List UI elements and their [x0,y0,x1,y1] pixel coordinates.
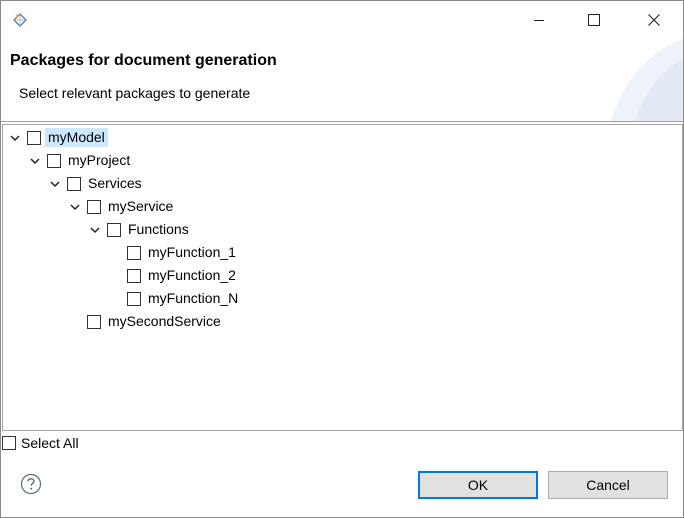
title-bar[interactable] [1,1,683,39]
tree-item[interactable]: myModel [7,126,108,149]
tree-item-label[interactable]: myFunction_2 [145,266,239,285]
tree-item-label[interactable]: mySecondService [105,312,224,331]
tree-checkbox[interactable] [67,176,81,191]
tree-checkbox[interactable] [27,130,41,145]
tree-checkbox[interactable] [127,291,141,306]
tree-item-label[interactable]: myService [105,197,176,216]
chevron-down-icon[interactable] [27,153,43,169]
tree-checkbox[interactable] [87,199,101,214]
chevron-down-icon[interactable] [47,176,63,192]
select-all-label[interactable]: Select All [21,435,79,451]
ok-button[interactable]: OK [418,471,538,499]
tree-item-label[interactable]: myFunction_N [145,289,241,308]
tree-item[interactable]: mySecondService [67,310,224,333]
tree-checkbox[interactable] [107,222,121,237]
tree-item[interactable]: myProject [27,149,133,172]
minimize-button[interactable] [516,1,562,39]
tree-item-label[interactable]: Functions [125,220,192,239]
tree-checkbox[interactable] [47,153,61,168]
header-separator [1,121,683,122]
tree-item-label[interactable]: Services [85,174,145,193]
minimize-icon [534,20,544,21]
dialog-subtitle: Select relevant packages to generate [19,85,251,101]
tree-item-label[interactable]: myProject [65,151,133,170]
cancel-button[interactable]: Cancel [548,471,668,499]
tree-item[interactable]: myFunction_1 [107,241,239,264]
maximize-button[interactable] [571,1,617,39]
close-icon [648,14,660,26]
tree-item-label[interactable]: myModel [45,128,108,147]
package-tree[interactable]: myModel myProject Services myService Fun… [2,124,683,431]
tree-checkbox[interactable] [127,268,141,283]
select-all-checkbox[interactable]: Select All [2,433,79,453]
maximize-icon [588,14,600,26]
help-icon[interactable] [20,473,42,495]
select-all-box[interactable] [2,436,16,450]
eclipse-dialog-icon [11,11,29,29]
tree-item-label[interactable]: myFunction_1 [145,243,239,262]
chevron-down-icon[interactable] [67,199,83,215]
dialog-header: Packages for document generation Select … [1,39,683,121]
tree-item[interactable]: myService [67,195,176,218]
chevron-down-icon[interactable] [7,130,23,146]
close-button[interactable] [631,1,677,39]
dialog-window: Packages for document generation Select … [0,0,684,518]
dialog-title: Packages for document generation [10,52,277,69]
tree-item[interactable]: myFunction_2 [107,264,239,287]
tree-checkbox[interactable] [87,314,101,329]
tree-item[interactable]: Services [47,172,145,195]
tree-item[interactable]: myFunction_N [107,287,241,310]
header-banner-graphic [611,39,683,121]
tree-checkbox[interactable] [127,245,141,260]
chevron-down-icon[interactable] [87,222,103,238]
tree-item[interactable]: Functions [87,218,192,241]
